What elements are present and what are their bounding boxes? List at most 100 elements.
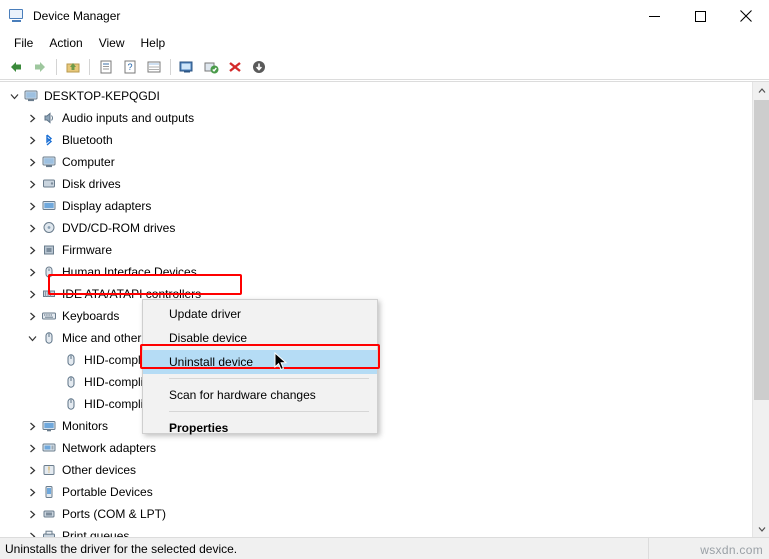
context-menu-separator [169,411,369,412]
context-menu-item-scan-for-hardware-changes[interactable]: Scan for hardware changes [143,383,377,407]
update-driver-icon[interactable] [199,56,223,78]
toolbar-separator [89,58,90,75]
disk-icon [40,176,58,192]
toolbar-separator [170,58,171,75]
tree-item-label: Network adapters [62,441,157,455]
chevron-right-icon[interactable] [24,418,40,434]
chevron-right-icon[interactable] [24,308,40,324]
chevron-right-icon[interactable] [24,286,40,302]
sidebar-item-computer[interactable]: Computer [0,151,752,173]
properties-icon[interactable] [94,56,118,78]
scroll-down-button[interactable] [753,520,769,537]
chevron-right-icon[interactable] [24,462,40,478]
ports-icon [40,506,58,522]
tree-item-label: Ports (COM & LPT) [62,507,167,521]
mouse-icon [62,352,80,368]
help-icon[interactable]: ? [118,56,142,78]
show-hidden-devices-icon[interactable] [142,56,166,78]
chevron-down-icon[interactable] [24,330,40,346]
chevron-placeholder-icon [46,352,62,368]
toolbar-separator [56,58,57,75]
sidebar-item-firmware[interactable]: Firmware [0,239,752,261]
watermark: wsxdn.com [700,543,763,557]
tree-item-label: Human Interface Devices [62,265,197,279]
chevron-right-icon[interactable] [24,506,40,522]
window-title: Device Manager [33,9,121,23]
sidebar-item-network-adapters[interactable]: Network adapters [0,437,752,459]
chevron-right-icon[interactable] [24,484,40,500]
context-menu-item-disable-device[interactable]: Disable device [143,326,377,350]
sidebar-item-human-interface-devices[interactable]: Human Interface Devices [0,261,752,283]
tree-item-label: DVD/CD-ROM drives [62,221,176,235]
device-manager-icon [9,8,25,24]
context-menu[interactable]: Update driver Disable device Uninstall d… [142,299,378,435]
svg-text:?: ? [127,62,132,72]
chevron-right-icon[interactable] [24,176,40,192]
sidebar-item-disk-drives[interactable]: Disk drives [0,173,752,195]
tree-item-label: Firmware [62,243,112,257]
uninstall-device-icon[interactable] [247,56,271,78]
sidebar-item-dvd-drives[interactable]: DVD/CD-ROM drives [0,217,752,239]
window-controls [631,0,769,32]
tree-item-label: Portable Devices [62,485,153,499]
chevron-placeholder-icon [46,396,62,412]
tree-item-label: Computer [62,155,115,169]
hid-icon [40,264,58,280]
network-icon [40,440,58,456]
tree-item-root[interactable]: DESKTOP-KEPQGDI [0,85,752,107]
tree-item-label: Print queues [62,529,130,537]
sidebar-item-other-devices[interactable]: ! Other devices [0,459,752,481]
chevron-right-icon[interactable] [24,154,40,170]
context-menu-separator [169,378,369,379]
chevron-right-icon[interactable] [24,264,40,280]
chevron-right-icon[interactable] [24,132,40,148]
sidebar-item-bluetooth[interactable]: Bluetooth [0,129,752,151]
title-bar: Device Manager [0,0,769,32]
firmware-icon [40,242,58,258]
chevron-right-icon[interactable] [24,220,40,236]
scrollbar-thumb[interactable] [754,100,769,400]
menu-item-action[interactable]: Action [41,34,90,52]
maximize-button[interactable] [677,0,723,32]
tree-item-label: Bluetooth [62,133,113,147]
chevron-right-icon[interactable] [24,198,40,214]
vertical-scrollbar[interactable] [752,82,769,537]
sidebar-item-display-adapters[interactable]: Display adapters [0,195,752,217]
sidebar-item-ports[interactable]: Ports (COM & LPT) [0,503,752,525]
chevron-down-icon[interactable] [6,88,22,104]
close-button[interactable] [723,0,769,32]
computer-icon [22,88,40,104]
chevron-right-icon[interactable] [24,528,40,537]
context-menu-item-uninstall-device[interactable]: Uninstall device [143,350,377,374]
minimize-button[interactable] [631,0,677,32]
portable-icon [40,484,58,500]
menu-item-view[interactable]: View [91,34,133,52]
chevron-right-icon[interactable] [24,242,40,258]
sidebar-item-print-queues[interactable]: Print queues [0,525,752,537]
disable-device-icon[interactable] [223,56,247,78]
context-menu-item-update-driver[interactable]: Update driver [143,302,377,326]
keyboard-icon [40,308,58,324]
tree-item-label: Other devices [62,463,137,477]
scan-hardware-icon[interactable] [175,56,199,78]
menu-item-file[interactable]: File [6,34,41,52]
context-menu-item-properties[interactable]: Properties [143,416,377,440]
tree-item-label: Keyboards [62,309,120,323]
svg-text:!: ! [48,466,50,475]
mouse-icon [62,374,80,390]
menu-item-help[interactable]: Help [133,34,174,52]
device-tree-panel: DESKTOP-KEPQGDI Audio inputs and outputs… [0,81,769,537]
up-one-level-icon[interactable] [61,56,85,78]
forward-icon[interactable] [28,56,52,78]
chevron-right-icon[interactable] [24,440,40,456]
audio-icon [40,110,58,126]
back-icon[interactable] [4,56,28,78]
scroll-up-button[interactable] [753,82,769,99]
status-text: Uninstalls the driver for the selected d… [5,541,238,556]
tree-item-label: Display adapters [62,199,152,213]
sidebar-item-portable-devices[interactable]: Portable Devices [0,481,752,503]
chevron-right-icon[interactable] [24,110,40,126]
mouse-icon [40,330,58,346]
sidebar-item-audio[interactable]: Audio inputs and outputs [0,107,752,129]
printer-icon [40,528,58,537]
